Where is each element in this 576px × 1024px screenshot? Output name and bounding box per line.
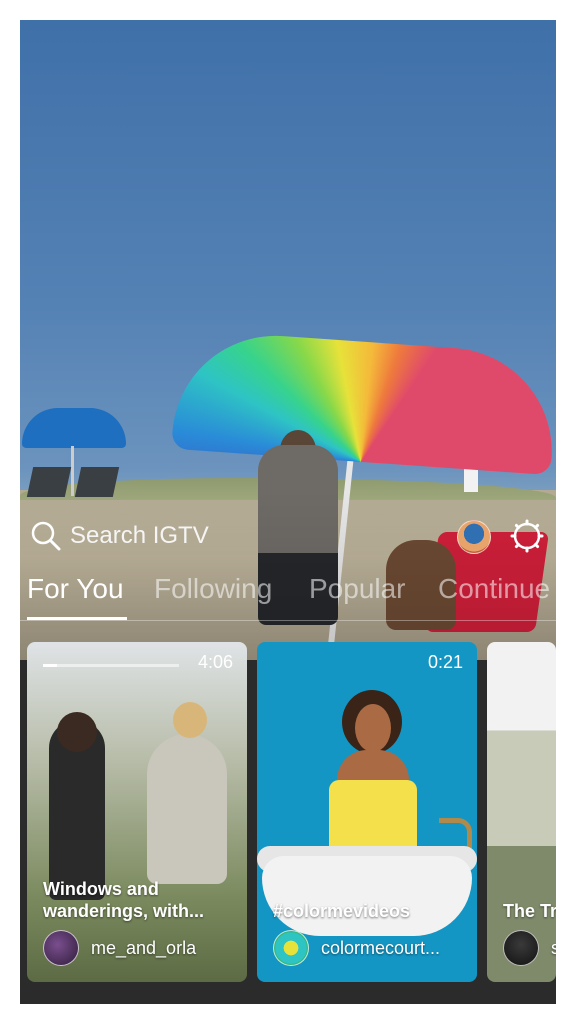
video-title: Windows and wanderings, with...: [43, 879, 205, 921]
tab-for-you[interactable]: For You: [27, 573, 124, 605]
profile-avatar[interactable]: [457, 520, 491, 554]
video-title: #colormevideos: [273, 901, 411, 921]
avatar: [43, 930, 79, 966]
video-duration: 4:06: [197, 652, 233, 672]
avatar: [503, 930, 539, 966]
tab-continue[interactable]: Continue: [438, 573, 550, 605]
video-duration: 0:21: [427, 652, 463, 672]
search-icon: [31, 521, 61, 551]
avatar: [273, 930, 309, 966]
tab-popular[interactable]: Popular: [309, 573, 406, 605]
tab-following[interactable]: Following: [154, 573, 272, 605]
video-author[interactable]: me_and_orla: [43, 930, 196, 966]
search-label: Search IGTV: [70, 522, 209, 549]
username: colormecourt...: [321, 937, 441, 958]
bathtub: [262, 856, 472, 936]
active-tab-indicator: [27, 617, 127, 620]
woman-head: [173, 702, 207, 738]
small-umbrella: [22, 408, 126, 448]
woman-head: [57, 712, 97, 752]
small-umbrella-pole: [71, 446, 74, 496]
progress-fill: [43, 664, 57, 667]
gear-icon[interactable]: [510, 519, 544, 553]
tab-bar: For You Following Popular Continue: [20, 573, 556, 621]
tabs-divider: [20, 620, 556, 621]
username: me_and_orla: [91, 937, 197, 958]
video-author[interactable]: colormecourt...: [273, 930, 440, 966]
woman-face: [355, 704, 391, 752]
search-bar[interactable]: Search IGTV: [30, 518, 209, 554]
woman-figure: [147, 734, 227, 884]
video-title: The Tr: [503, 901, 556, 921]
featured-video[interactable]: [20, 20, 556, 660]
rainbow-umbrella: [171, 328, 556, 476]
video-author[interactable]: s: [503, 930, 556, 966]
igtv-screen: Search IGTV For You Following Popular Co…: [20, 20, 556, 1004]
video-card[interactable]: 4:06 Windows and wanderings, with... me_…: [27, 642, 247, 982]
username: s: [551, 937, 556, 958]
progress-bar: [43, 664, 179, 667]
video-card[interactable]: The Tr s: [487, 642, 556, 982]
video-card[interactable]: 0:21 #colormevideos colormecourt...: [257, 642, 477, 982]
